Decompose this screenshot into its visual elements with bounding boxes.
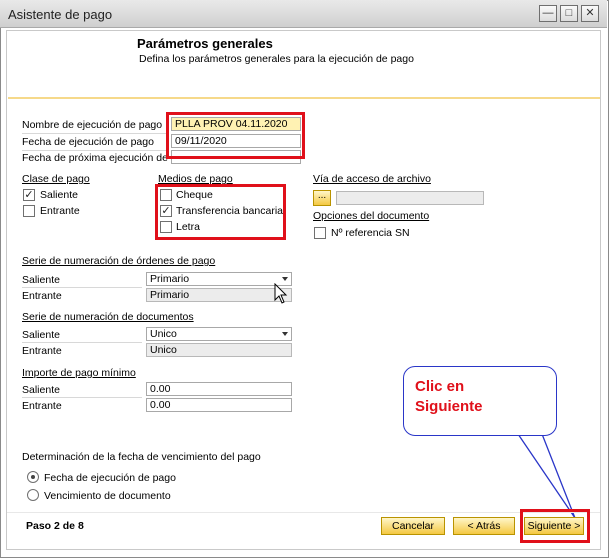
outgoing-checkbox[interactable]: ✓	[23, 189, 35, 201]
due-date-option2-radio[interactable]	[27, 489, 39, 501]
min-amount-incoming-label: Entrante	[22, 400, 62, 412]
chevron-down-icon	[282, 277, 288, 281]
callout-line1: Clic en	[415, 378, 465, 395]
title-bar: Asistente de pago — □ ✕	[0, 0, 607, 28]
row-divider	[22, 133, 167, 134]
highlight-next-button	[520, 509, 590, 543]
min-amount-incoming-input[interactable]: 0.00	[146, 398, 292, 412]
payment-series-incoming-select[interactable]: Primario	[146, 288, 292, 302]
back-button[interactable]: < Atrás	[453, 517, 515, 535]
step-indicator: Paso 2 de 8	[26, 520, 84, 532]
next-run-date-label: Fecha de próxima ejecución de	[22, 152, 168, 164]
row-divider	[22, 397, 142, 398]
payment-class-title: Clase de pago	[22, 173, 90, 185]
min-amount-title: Importe de pago mínimo	[22, 367, 136, 379]
doc-series-incoming-select[interactable]: Unico	[146, 343, 292, 357]
doc-series-title: Serie de numeración de documentos	[22, 311, 194, 323]
page-title: Parámetros generales	[137, 36, 273, 51]
doc-series-outgoing-label: Saliente	[22, 329, 60, 341]
payment-series-incoming-label: Entrante	[22, 290, 62, 302]
maximize-button[interactable]: □	[560, 5, 578, 22]
payment-series-outgoing-select[interactable]: Primario	[146, 272, 292, 286]
highlight-general-fields	[166, 112, 305, 159]
close-button[interactable]: ✕	[581, 5, 599, 22]
payment-series-outgoing-value: Primario	[150, 273, 190, 285]
page-subtitle: Defina los parámetros generales para la …	[139, 53, 414, 65]
file-path-input[interactable]	[336, 191, 484, 205]
chevron-down-icon	[282, 332, 288, 336]
window-title: Asistente de pago	[8, 7, 113, 22]
row-divider	[22, 150, 167, 151]
doc-series-outgoing-select[interactable]: Unico	[146, 327, 292, 341]
callout-text: Clic en Siguiente	[415, 377, 483, 417]
due-date-option1-label: Fecha de ejecución de pago	[44, 472, 176, 484]
callout-line2: Siguiente	[415, 398, 483, 415]
min-amount-outgoing-label: Saliente	[22, 384, 60, 396]
due-date-title: Determinación de la fecha de vencimiento…	[22, 451, 261, 463]
document-options-title: Opciones del documento	[313, 210, 430, 222]
payment-series-title: Serie de numeración de órdenes de pago	[22, 255, 216, 267]
highlight-payment-methods	[155, 184, 286, 240]
doc-series-outgoing-value: Unico	[150, 328, 177, 340]
incoming-checkbox[interactable]	[23, 205, 35, 217]
doc-series-incoming-label: Entrante	[22, 345, 62, 357]
mouse-cursor-icon	[274, 283, 288, 304]
due-date-option2-label: Vencimiento de documento	[44, 490, 171, 502]
outgoing-label: Saliente	[40, 189, 78, 201]
minimize-button[interactable]: —	[539, 5, 557, 22]
ref-sn-label: Nº referencia SN	[331, 227, 410, 239]
row-divider	[22, 342, 142, 343]
browse-button[interactable]: ...	[313, 190, 331, 206]
footer-divider	[7, 512, 600, 513]
run-name-label: Nombre de ejecución de pago	[22, 119, 163, 131]
ref-sn-checkbox[interactable]	[314, 227, 326, 239]
cancel-button[interactable]: Cancelar	[381, 517, 445, 535]
run-date-label: Fecha de ejecución de pago	[22, 136, 154, 148]
row-divider	[22, 287, 142, 288]
payment-series-outgoing-label: Saliente	[22, 274, 60, 286]
header-divider	[8, 97, 600, 99]
min-amount-outgoing-input[interactable]: 0.00	[146, 382, 292, 396]
incoming-label: Entrante	[40, 205, 80, 217]
file-path-title: Vía de acceso de archivo	[313, 173, 431, 185]
due-date-option1-radio[interactable]	[27, 471, 39, 483]
